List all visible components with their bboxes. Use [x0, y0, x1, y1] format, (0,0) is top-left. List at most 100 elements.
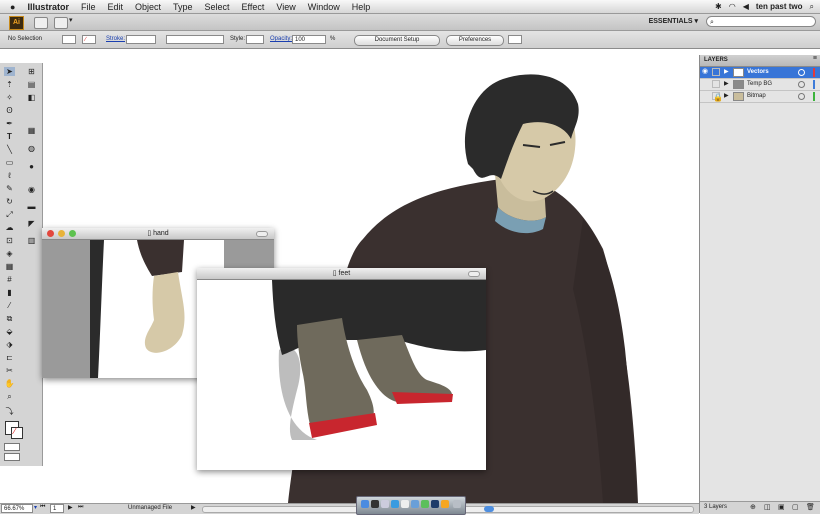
menu-view[interactable]: View — [276, 2, 295, 12]
trash-icon[interactable] — [453, 500, 461, 508]
symbol-sprayer-icon[interactable]: ◍ — [26, 144, 37, 153]
status-info[interactable]: Unmanaged File — [128, 505, 172, 511]
finder-icon[interactable] — [361, 500, 369, 508]
expand-triangle-icon[interactable]: ▶ — [724, 92, 729, 99]
eyedropper-tool-icon[interactable]: ⁄ — [4, 301, 15, 310]
fill-swatch[interactable] — [62, 35, 76, 44]
type-tool-icon[interactable]: T — [4, 132, 15, 141]
user-name[interactable]: ten past two — [756, 2, 803, 11]
eraser-tool-icon[interactable]: ◧ — [26, 93, 37, 102]
menu-effect[interactable]: Effect — [242, 2, 265, 12]
ical-icon[interactable] — [401, 500, 409, 508]
chevron-down-icon[interactable]: ▾ — [69, 16, 73, 24]
menu-object[interactable]: Object — [135, 2, 161, 12]
rectangle-tool-icon[interactable]: ▭ — [4, 158, 15, 167]
feet-window[interactable]: ▯ feet — [197, 268, 486, 470]
target-circle-icon[interactable] — [798, 81, 805, 88]
gradient-icon[interactable]: ▮ — [4, 288, 15, 297]
hand-window-title-bar[interactable]: ▯ hand — [42, 228, 274, 240]
paintbrush-tool-icon[interactable]: ℓ — [4, 171, 15, 180]
dashboard-icon[interactable] — [371, 500, 379, 508]
pencil-tool-icon[interactable]: ✎ — [4, 184, 15, 193]
warp-tool-icon[interactable]: ☁ — [4, 223, 15, 232]
visibility-eye-icon[interactable]: ◉ — [702, 68, 710, 76]
new-layer-icon[interactable]: ▢ — [792, 503, 799, 511]
scroll-thumb[interactable] — [484, 506, 494, 512]
last-artboard-icon[interactable]: ⏭ — [78, 504, 83, 511]
target-circle-icon[interactable] — [798, 69, 805, 76]
mesh-icon[interactable]: # — [4, 275, 15, 284]
lasso-tool-icon[interactable]: ʘ — [4, 106, 15, 115]
selection-tool-icon[interactable]: ➤ — [4, 67, 15, 76]
stroke-swatch[interactable]: ∕ — [82, 35, 96, 44]
search-input[interactable]: ⌕ — [706, 16, 816, 27]
crop-tool-icon[interactable]: ⊏ — [4, 353, 15, 362]
color-mode-buttons[interactable] — [4, 443, 20, 451]
visibility-eye-icon[interactable] — [702, 80, 710, 88]
panel-menu-icon[interactable]: ≡ — [813, 55, 817, 62]
line-tool-icon[interactable]: ╲ — [4, 145, 15, 154]
minimize-icon[interactable] — [58, 230, 65, 237]
first-artboard-icon[interactable]: ⏮ — [40, 504, 45, 511]
free-transform-icon[interactable]: ⊡ — [4, 236, 15, 245]
slice-tool-icon[interactable]: ▤ — [26, 80, 37, 89]
draw-mode-buttons[interactable] — [4, 453, 20, 461]
gradient-tool-icon[interactable]: ▬ — [26, 202, 37, 211]
live-paint-icon[interactable]: ⬙ — [4, 327, 15, 336]
layer-row[interactable]: ◉ ▶ Vectors — [700, 67, 820, 79]
toolbar-toggle[interactable] — [256, 231, 268, 237]
make-clipping-mask-icon[interactable]: ◫ — [764, 503, 771, 511]
spotlight-icon[interactable]: ⌕ — [810, 2, 814, 12]
visibility-eye-icon[interactable] — [702, 92, 710, 100]
stroke-weight-field[interactable] — [126, 35, 156, 44]
stroke-color-swatch[interactable]: ∕ — [11, 426, 23, 439]
menu-file[interactable]: File — [81, 2, 96, 12]
apple-icon[interactable]: ● — [10, 2, 15, 12]
blend-tool-icon[interactable]: ⧉ — [4, 314, 15, 323]
toolbar-toggle[interactable] — [468, 271, 480, 277]
menu-type[interactable]: Type — [173, 2, 193, 12]
delete-layer-icon[interactable]: 🗑 — [806, 503, 815, 511]
hand-tool-icon[interactable]: ✋ — [4, 379, 15, 388]
column-graph-icon[interactable]: ● — [26, 162, 37, 171]
zoom-icon[interactable] — [69, 230, 76, 237]
mesh-tool-icon[interactable]: ◤ — [26, 219, 37, 228]
rotate-tool-icon[interactable]: ↻ — [4, 197, 15, 206]
menu-window[interactable]: Window — [308, 2, 340, 12]
next-artboard-icon[interactable]: ▶ — [68, 504, 73, 511]
menu-edit[interactable]: Edit — [107, 2, 123, 12]
expand-triangle-icon[interactable]: ▶ — [724, 80, 729, 87]
scissors-tool-icon[interactable]: ✂ — [4, 366, 15, 375]
live-paint-selection-icon[interactable]: ⬗ — [4, 340, 15, 349]
menu-app-illustrator[interactable]: Illustrator — [27, 2, 69, 12]
arrange-documents-button[interactable] — [54, 17, 68, 29]
layer-name[interactable]: Temp BG — [747, 79, 772, 90]
swap-colors-icon[interactable]: ⤵ — [4, 407, 15, 416]
volume-icon[interactable]: ◀ — [743, 2, 749, 11]
itunes-icon[interactable] — [411, 500, 419, 508]
pen-tool-icon[interactable]: ✒ — [4, 119, 15, 128]
messages-icon[interactable] — [421, 500, 429, 508]
menu-select[interactable]: Select — [205, 2, 230, 12]
wifi-icon[interactable]: ◠ — [729, 2, 736, 11]
photoshop-icon[interactable] — [431, 500, 439, 508]
graphic-style-dropdown[interactable] — [246, 35, 264, 44]
close-icon[interactable] — [47, 230, 54, 237]
lock-toggle[interactable] — [712, 80, 720, 88]
illustrator-icon[interactable] — [441, 500, 449, 508]
target-circle-icon[interactable] — [798, 93, 805, 100]
zoom-tool-icon[interactable]: ⌕ — [4, 392, 15, 401]
zoom-level-field[interactable]: 66.67% — [1, 504, 33, 513]
bridge-button[interactable] — [34, 17, 48, 29]
layer-name[interactable]: Bitmap — [747, 91, 766, 102]
zoom-dropdown-icon[interactable]: ▾ — [34, 504, 37, 511]
chart-tool-icon[interactable]: ▥ — [26, 236, 37, 245]
bluetooth-icon[interactable]: ✱ — [715, 2, 722, 11]
perspective-grid-icon[interactable]: ▦ — [4, 262, 15, 271]
mail-icon[interactable] — [381, 500, 389, 508]
artboard-number-field[interactable]: 1 — [50, 504, 64, 513]
menu-help[interactable]: Help — [352, 2, 371, 12]
scale-tool-icon[interactable]: ⤢ — [4, 210, 15, 219]
opacity-field[interactable]: 100 — [292, 35, 326, 44]
opacity-label[interactable]: Opacity: — [270, 36, 292, 42]
